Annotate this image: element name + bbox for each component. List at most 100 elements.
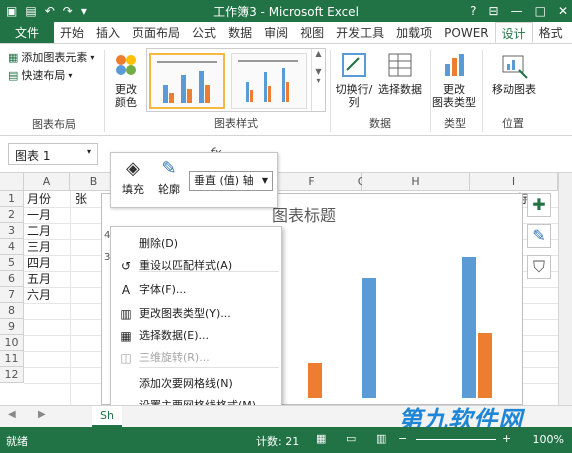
chart-filters-button[interactable]: ⛉ [527, 255, 551, 279]
context-menu-item[interactable]: 添加次要网格线(N) [111, 373, 281, 395]
row-header-4[interactable]: 4 [0, 239, 24, 255]
context-menu-item[interactable]: ▦ 选择数据(E)... [111, 325, 281, 347]
row-header-7[interactable]: 7 [0, 287, 24, 303]
tab-developer[interactable]: 开发工具 [330, 22, 390, 43]
redo-icon[interactable]: ↷ [63, 4, 73, 18]
page-layout-view-icon[interactable]: ▭ [346, 432, 356, 445]
context-menu-item[interactable]: A 字体(F)... [111, 279, 281, 301]
tab-format[interactable]: 格式 [533, 22, 569, 43]
row-header-2[interactable]: 2 [0, 207, 24, 223]
row-header-3[interactable]: 3 [0, 223, 24, 239]
column-header-h[interactable]: H [362, 173, 470, 191]
chart-bar[interactable] [478, 333, 492, 398]
quick-layout-button[interactable]: ▤ 快速布局 ▾ [4, 66, 104, 84]
chart-element-select[interactable]: 垂直 (值) 轴 ▼ [189, 171, 273, 191]
menu-separator [139, 367, 279, 368]
zoom-slider[interactable] [416, 439, 496, 440]
switch-row-column-icon [339, 50, 369, 80]
context-menu-item[interactable]: ↺ 重设以匹配样式(A) [111, 255, 281, 277]
tab-addins[interactable]: 加载项 [390, 22, 438, 43]
formula-bar: 图表 1▾ fx [0, 137, 572, 173]
row-header-12[interactable]: 12 [0, 367, 24, 383]
tab-power[interactable]: POWER [438, 22, 494, 43]
row-header-8[interactable]: 8 [0, 303, 24, 319]
row-header-11[interactable]: 11 [0, 351, 24, 367]
cell-a6[interactable]: 五月 [24, 271, 51, 287]
tab-design[interactable]: 设计 [494, 22, 533, 43]
ribbon-tabs: 文件 开始 插入 页面布局 公式 数据 审阅 视图 开发工具 加载项 POWER… [0, 22, 572, 44]
chart-style-1[interactable] [149, 53, 225, 109]
row-header-9[interactable]: 9 [0, 319, 24, 335]
zoom-level[interactable]: 100% [533, 433, 564, 446]
chart-layout-group-label: 图表布局 [32, 118, 76, 131]
cell-a2[interactable]: 一月 [24, 207, 51, 223]
cell-a5[interactable]: 四月 [24, 255, 51, 271]
chart-bar[interactable] [462, 257, 476, 398]
tab-file[interactable]: 文件 [0, 22, 54, 43]
reset-icon: ↺ [120, 259, 132, 273]
cell-a3[interactable]: 二月 [24, 223, 51, 239]
quick-layout-icon: ▤ [8, 68, 19, 82]
select-all-corner[interactable] [0, 173, 24, 191]
sheet-nav-next-icon[interactable]: ▶ [38, 409, 46, 420]
switch-row-column-button[interactable]: 切换行/列 [332, 50, 376, 109]
page-break-view-icon[interactable]: ▥ [376, 432, 386, 445]
tab-home[interactable]: 开始 [54, 22, 90, 43]
customize-qat-icon[interactable]: ▾ [81, 4, 87, 18]
tab-review[interactable]: 审阅 [258, 22, 294, 43]
chart-elements-button[interactable]: ✚ [527, 193, 551, 217]
undo-icon[interactable]: ↶ [45, 4, 55, 18]
minimize-button[interactable]: — [511, 4, 523, 18]
font-icon: A [121, 283, 131, 297]
name-box[interactable]: 图表 1 ▾ [8, 143, 98, 165]
chart-type-icon: ▥ [120, 307, 132, 321]
zoom-in-icon[interactable]: + [502, 432, 511, 445]
restore-button[interactable]: □ [535, 4, 546, 18]
zoom-out-icon[interactable]: − [398, 432, 407, 445]
context-menu-item-label: 三维旋转(R)... [139, 351, 210, 364]
context-menu-item-label: 添加次要网格线(N) [139, 377, 233, 390]
row-header-6[interactable]: 6 [0, 271, 24, 287]
chart-bar[interactable] [362, 278, 376, 398]
help-button[interactable]: ? [470, 4, 476, 18]
context-menu-item[interactable]: ▥ 更改图表类型(Y)... [111, 303, 281, 325]
change-chart-type-button[interactable]: 更改 图表类型 [432, 50, 476, 109]
context-menu-item: ◫ 三维旋转(R)... [111, 347, 281, 369]
add-chart-element-button[interactable]: ▦ 添加图表元素 ▾ [4, 48, 104, 66]
chart-bar[interactable] [308, 363, 322, 398]
cell-b1[interactable]: 张 [72, 191, 87, 207]
tab-view[interactable]: 视图 [294, 22, 330, 43]
gallery-scroll[interactable]: ▲ ▼ ▾ [311, 49, 325, 111]
cell-a4[interactable]: 三月 [24, 239, 51, 255]
move-chart-button[interactable]: 移动图表 [486, 50, 542, 96]
tab-data[interactable]: 数据 [222, 22, 258, 43]
row-header-5[interactable]: 5 [0, 255, 24, 271]
row-header-10[interactable]: 10 [0, 335, 24, 351]
sheet-tab[interactable]: Sh [92, 406, 122, 427]
status-count: 计数: 21 [256, 435, 300, 448]
title-bar: ▣ ▤ ↶ ↷ ▾ 工作簿3 - Microsoft Excel ? ⊟ — □… [0, 0, 572, 22]
row-header-1[interactable]: 1 [0, 191, 24, 207]
fill-button[interactable]: ◈ 填充 [115, 157, 151, 197]
tab-page-layout[interactable]: 页面布局 [126, 22, 186, 43]
ribbon-display-icon[interactable]: ⊟ [489, 4, 499, 18]
cell-a1[interactable]: 月份 [24, 191, 51, 207]
normal-view-icon[interactable]: ▦ [316, 432, 326, 445]
column-header-a[interactable]: A [24, 173, 70, 191]
column-header-i[interactable]: I [470, 173, 558, 191]
save-icon[interactable]: ▤ [25, 4, 36, 18]
chart-styles-button[interactable]: ✎ [527, 224, 551, 248]
add-element-icon: ▦ [8, 50, 19, 64]
change-colors-button[interactable]: 更改 颜色 [108, 50, 144, 109]
select-data-button[interactable]: 选择数据 [378, 50, 422, 96]
sheet-nav-prev-icon[interactable]: ◀ [8, 409, 16, 420]
close-button[interactable]: ✕ [558, 4, 568, 18]
tab-insert[interactable]: 插入 [90, 22, 126, 43]
outline-button[interactable]: ✎ 轮廓 [151, 157, 187, 197]
chart-styles-gallery[interactable]: ▲ ▼ ▾ [146, 48, 326, 112]
tab-formulas[interactable]: 公式 [186, 22, 222, 43]
cell-a7[interactable]: 六月 [24, 287, 51, 303]
vertical-scrollbar[interactable] [558, 173, 572, 405]
context-menu-item[interactable]: 删除(D) [111, 233, 281, 255]
chart-style-2[interactable] [231, 53, 307, 109]
